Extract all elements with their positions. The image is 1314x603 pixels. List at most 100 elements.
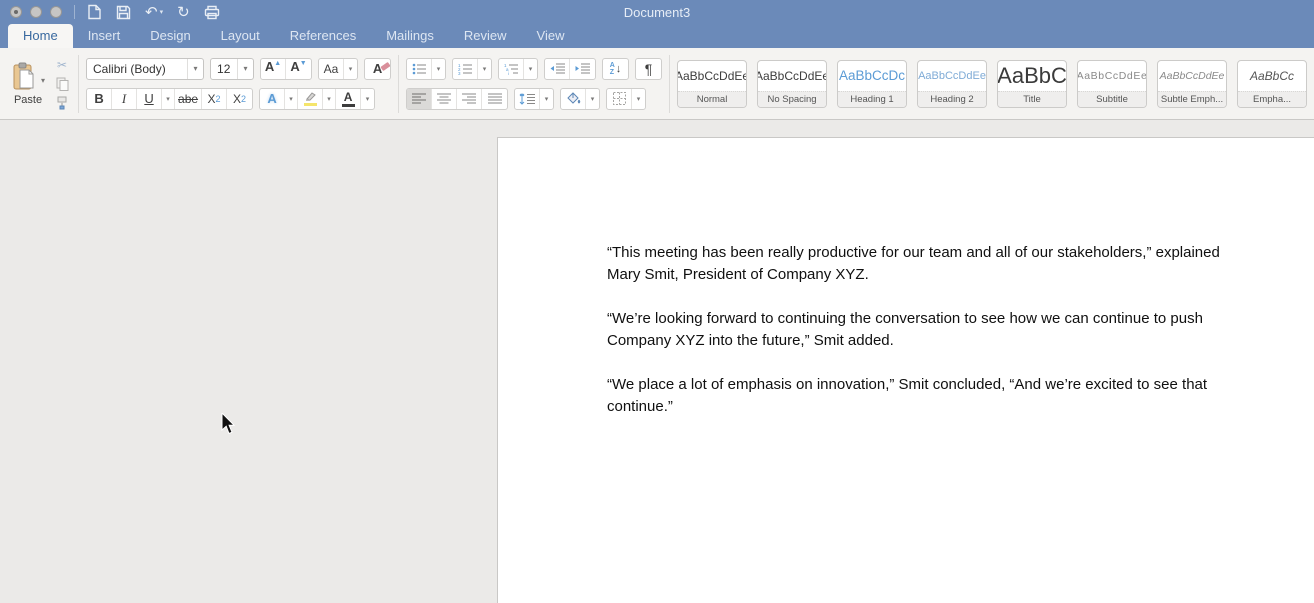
superscript-button[interactable]: X2 <box>227 89 252 109</box>
paste-button[interactable]: ▾ Paste <box>11 62 45 106</box>
tab-insert[interactable]: Insert <box>73 24 136 48</box>
paste-dropdown-caret[interactable]: ▾ <box>41 76 45 85</box>
style-label: Heading 2 <box>918 91 986 107</box>
style-label: Title <box>998 91 1066 107</box>
tab-layout[interactable]: Layout <box>206 24 275 48</box>
tab-view[interactable]: View <box>522 24 580 48</box>
sort-button[interactable]: AZ ↓ <box>603 59 628 79</box>
tab-design[interactable]: Design <box>135 24 205 48</box>
show-formatting-marks-button[interactable]: ¶ <box>636 59 661 79</box>
save-button[interactable] <box>116 5 131 20</box>
line-spacing-button[interactable] <box>515 89 540 109</box>
borders-caret[interactable]: ▾ <box>632 89 645 109</box>
paragraph-group: ▾ 123 ▾ 1ai ▾ <box>399 56 669 111</box>
shrink-font-arrow-icon: ▼ <box>300 60 307 67</box>
align-right-button[interactable] <box>457 89 482 109</box>
sort-z-letter: Z <box>610 69 615 76</box>
font-family-select[interactable]: Calibri (Body) ▾ <box>86 58 204 80</box>
paragraph: “We’re looking forward to continuing the… <box>607 308 1220 352</box>
print-button[interactable] <box>204 5 220 20</box>
underline-caret[interactable]: ▾ <box>162 89 175 109</box>
minimize-window-button[interactable] <box>30 6 42 18</box>
mouse-cursor <box>221 413 237 437</box>
decrease-indent-button[interactable] <box>545 59 570 79</box>
numbering-caret[interactable]: ▾ <box>478 59 491 79</box>
grow-font-icon: A <box>265 59 274 74</box>
paragraph: “This meeting has been really productive… <box>607 242 1220 286</box>
style-label: Heading 1 <box>838 91 906 107</box>
font-size-value: 12 <box>211 62 237 76</box>
style-heading-1[interactable]: AaBbCcDc Heading 1 <box>837 60 907 108</box>
font-color-caret[interactable]: ▾ <box>361 89 374 109</box>
format-painter-button[interactable] <box>53 95 71 111</box>
italic-button[interactable]: I <box>112 89 137 109</box>
highlight-button[interactable] <box>298 89 323 109</box>
tab-review[interactable]: Review <box>449 24 522 48</box>
bold-button[interactable]: B <box>87 89 112 109</box>
style-heading-2[interactable]: AaBbCcDdEe Heading 2 <box>917 60 987 108</box>
style-label: Empha... <box>1238 91 1306 107</box>
style-title[interactable]: AaBbC Title <box>997 60 1067 108</box>
text-line: Company XYZ into the future,” Smit added… <box>607 330 1220 352</box>
shrink-font-button[interactable]: A▼ <box>286 59 311 79</box>
align-left-button[interactable] <box>407 89 432 109</box>
borders-button[interactable] <box>607 89 632 109</box>
cut-button[interactable]: ✂ <box>53 57 71 73</box>
zoom-window-button[interactable] <box>50 6 62 18</box>
change-case-button[interactable]: Aa <box>319 59 344 79</box>
strikethrough-button[interactable]: abe <box>175 89 202 109</box>
increase-indent-button[interactable] <box>570 59 595 79</box>
change-case-caret[interactable]: ▾ <box>344 59 357 79</box>
new-document-icon <box>87 4 102 20</box>
text-effects-icon: A <box>267 91 276 106</box>
font-color-icon: A <box>344 91 353 103</box>
style-sample: AaBbCcDc <box>838 61 906 91</box>
change-case-icon: Aa <box>324 62 339 76</box>
justify-button[interactable] <box>482 89 507 109</box>
new-document-button[interactable] <box>87 4 102 20</box>
redo-button[interactable]: ↻ <box>177 5 190 20</box>
document-text[interactable]: “This meeting has been really productive… <box>607 242 1220 440</box>
sort-a-letter: A <box>610 62 615 69</box>
print-icon <box>204 5 220 20</box>
clear-formatting-button[interactable]: A <box>365 59 390 79</box>
shading-caret[interactable]: ▾ <box>586 89 599 109</box>
document-page[interactable]: “This meeting has been really productive… <box>497 137 1314 603</box>
font-family-caret[interactable]: ▾ <box>187 59 203 79</box>
tab-references[interactable]: References <box>275 24 371 48</box>
style-no-spacing[interactable]: AaBbCcDdEe No Spacing <box>757 60 827 108</box>
bullets-button[interactable] <box>407 59 432 79</box>
ribbon-tab-bar: Home Insert Design Layout References Mai… <box>0 24 1314 48</box>
style-subtitle[interactable]: AaBbCcDdEe Subtitle <box>1077 60 1147 108</box>
shading-button[interactable] <box>561 89 586 109</box>
style-emphasis[interactable]: AaBbCc Empha... <box>1237 60 1307 108</box>
font-size-select[interactable]: 12 ▾ <box>210 58 254 80</box>
font-color-button[interactable]: A <box>336 89 361 109</box>
undo-dropdown-caret[interactable]: ▾ <box>160 9 164 16</box>
multilevel-list-caret[interactable]: ▾ <box>524 59 537 79</box>
highlight-caret[interactable]: ▾ <box>323 89 336 109</box>
numbering-button[interactable]: 123 <box>453 59 478 79</box>
style-normal[interactable]: AaBbCcDdEe Normal <box>677 60 747 108</box>
copy-icon <box>56 77 69 91</box>
close-window-button[interactable] <box>10 6 22 18</box>
bullets-caret[interactable]: ▾ <box>432 59 445 79</box>
tab-mailings[interactable]: Mailings <box>371 24 449 48</box>
align-center-button[interactable] <box>432 89 457 109</box>
undo-button[interactable]: ↶▾ <box>145 5 163 20</box>
grow-font-button[interactable]: A▲ <box>261 59 286 79</box>
underline-button[interactable]: U <box>137 89 162 109</box>
style-sample: AaBbCcDdEe <box>678 61 746 91</box>
line-spacing-caret[interactable]: ▾ <box>540 89 553 109</box>
tab-home[interactable]: Home <box>8 24 73 48</box>
text-effects-button[interactable]: A <box>260 89 285 109</box>
style-subtle-emphasis[interactable]: AaBbCcDdEe Subtle Emph... <box>1157 60 1227 108</box>
format-painter-icon <box>55 96 69 110</box>
text-line: “We place a lot of emphasis on innovatio… <box>607 374 1220 396</box>
text-effects-caret[interactable]: ▾ <box>285 89 298 109</box>
align-center-icon <box>437 93 451 105</box>
copy-button[interactable] <box>53 76 71 92</box>
subscript-button[interactable]: X2 <box>202 89 227 109</box>
font-size-caret[interactable]: ▾ <box>237 59 253 79</box>
multilevel-list-button[interactable]: 1ai <box>499 59 524 79</box>
